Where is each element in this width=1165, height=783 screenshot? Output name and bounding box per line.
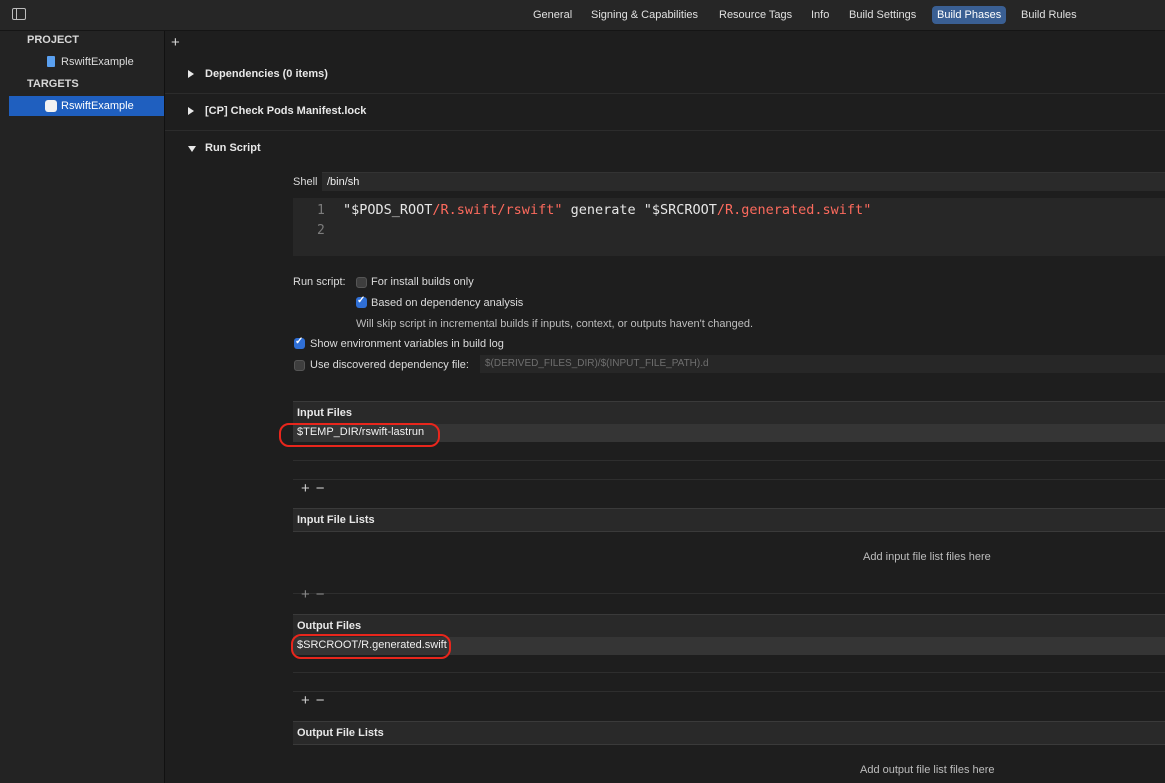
disclosure-right-icon[interactable]	[188, 107, 194, 115]
install-builds-label: For install builds only	[371, 276, 474, 288]
code-token: /R.swift/rswift"	[432, 202, 563, 218]
tab-info[interactable]: Info	[806, 6, 834, 24]
tab-build-rules[interactable]: Build Rules	[1016, 6, 1082, 24]
output-file-lists-empty: Add output file list files here	[860, 764, 995, 776]
install-builds-checkbox[interactable]	[356, 277, 367, 288]
highlight-ring	[291, 634, 451, 659]
tab-build-settings[interactable]: Build Settings	[844, 6, 921, 24]
input-files-add-remove[interactable]: +−	[301, 480, 331, 497]
code-token: generate	[562, 202, 644, 218]
input-file-lists-empty: Add input file list files here	[863, 551, 991, 563]
remove-button[interactable]: −	[316, 480, 331, 497]
project-item-label: RswiftExample	[61, 56, 134, 68]
dependency-analysis-checkbox[interactable]	[356, 295, 367, 308]
tab-resource-tags[interactable]: Resource Tags	[714, 6, 797, 24]
tab-build-phases[interactable]: Build Phases	[932, 6, 1007, 24]
phase-dependencies-title: Dependencies (0 items)	[205, 68, 328, 80]
code-token: "$PODS_ROOT	[343, 202, 433, 218]
shell-value: /bin/sh	[327, 176, 360, 188]
phase-run-script-title: Run Script	[205, 142, 261, 154]
code-token: /R.generated.swift"	[716, 202, 872, 218]
target-app-icon	[45, 100, 57, 112]
tab-general[interactable]: General	[528, 6, 577, 24]
line-number: 2	[317, 223, 325, 238]
script-code-line: "$PODS_ROOT/R.swift/rswift" generate "$S…	[343, 202, 871, 218]
list-divider	[293, 479, 1165, 480]
list-divider	[293, 691, 1165, 692]
list-divider	[293, 672, 1165, 673]
add-button[interactable]: +	[301, 692, 316, 709]
targets-header: TARGETS	[27, 78, 79, 90]
project-header: PROJECT	[27, 34, 79, 46]
code-token: "$SRCROOT	[643, 202, 717, 218]
project-target-navigator: PROJECT RswiftExample TARGETS RswiftExam…	[0, 31, 165, 783]
build-phases-editor: + Dependencies (0 items) [CP] Check Pods…	[165, 31, 1165, 783]
input-files-header: Input Files	[293, 401, 1165, 425]
add-build-phase-button[interactable]: +	[171, 34, 180, 52]
run-script-options-label: Run script:	[293, 276, 346, 288]
project-file-icon	[47, 56, 55, 67]
input-file-lists-add-remove[interactable]: +−	[301, 586, 331, 603]
phase-run-script[interactable]: Run Script	[165, 130, 1165, 167]
skip-hint: Will skip script in incremental builds i…	[356, 318, 754, 330]
disclosure-down-icon[interactable]	[188, 146, 196, 152]
dependency-file-field[interactable]: $(DERIVED_FILES_DIR)/$(INPUT_FILE_PATH).…	[480, 355, 1165, 373]
target-item-label: RswiftExample	[61, 100, 134, 112]
show-env-label: Show environment variables in build log	[310, 338, 504, 350]
line-number: 1	[317, 203, 325, 218]
output-file-lists-header: Output File Lists	[293, 721, 1165, 745]
input-file-lists-header: Input File Lists	[293, 508, 1165, 532]
target-item[interactable]: RswiftExample	[9, 96, 164, 116]
editor-tab-bar: General Signing & Capabilities Resource …	[0, 0, 1165, 31]
dependency-analysis-label: Based on dependency analysis	[371, 297, 524, 309]
show-env-checkbox[interactable]	[294, 336, 305, 349]
remove-button[interactable]: −	[316, 586, 331, 603]
discovered-dep-label: Use discovered dependency file:	[310, 359, 469, 371]
tab-signing-capabilities[interactable]: Signing & Capabilities	[586, 6, 703, 24]
output-files-add-remove[interactable]: +−	[301, 692, 331, 709]
disclosure-right-icon[interactable]	[188, 70, 194, 78]
shell-field[interactable]: /bin/sh	[322, 172, 1165, 191]
phase-check-pods[interactable]: [CP] Check Pods Manifest.lock	[165, 93, 1165, 131]
script-editor[interactable]: 1 2 "$PODS_ROOT/R.swift/rswift" generate…	[293, 198, 1165, 256]
highlight-ring	[279, 423, 440, 447]
phase-check-pods-title: [CP] Check Pods Manifest.lock	[205, 105, 367, 117]
project-item[interactable]: RswiftExample	[0, 53, 164, 71]
phase-dependencies[interactable]: Dependencies (0 items)	[165, 56, 1165, 94]
add-button[interactable]: +	[301, 480, 316, 497]
sidebar-toggle-icon[interactable]	[12, 8, 26, 20]
shell-label: Shell	[293, 176, 318, 188]
add-button[interactable]: +	[301, 586, 316, 603]
list-divider	[293, 593, 1165, 594]
list-divider	[293, 460, 1165, 461]
discovered-dep-checkbox[interactable]	[294, 360, 305, 371]
remove-button[interactable]: −	[316, 692, 331, 709]
